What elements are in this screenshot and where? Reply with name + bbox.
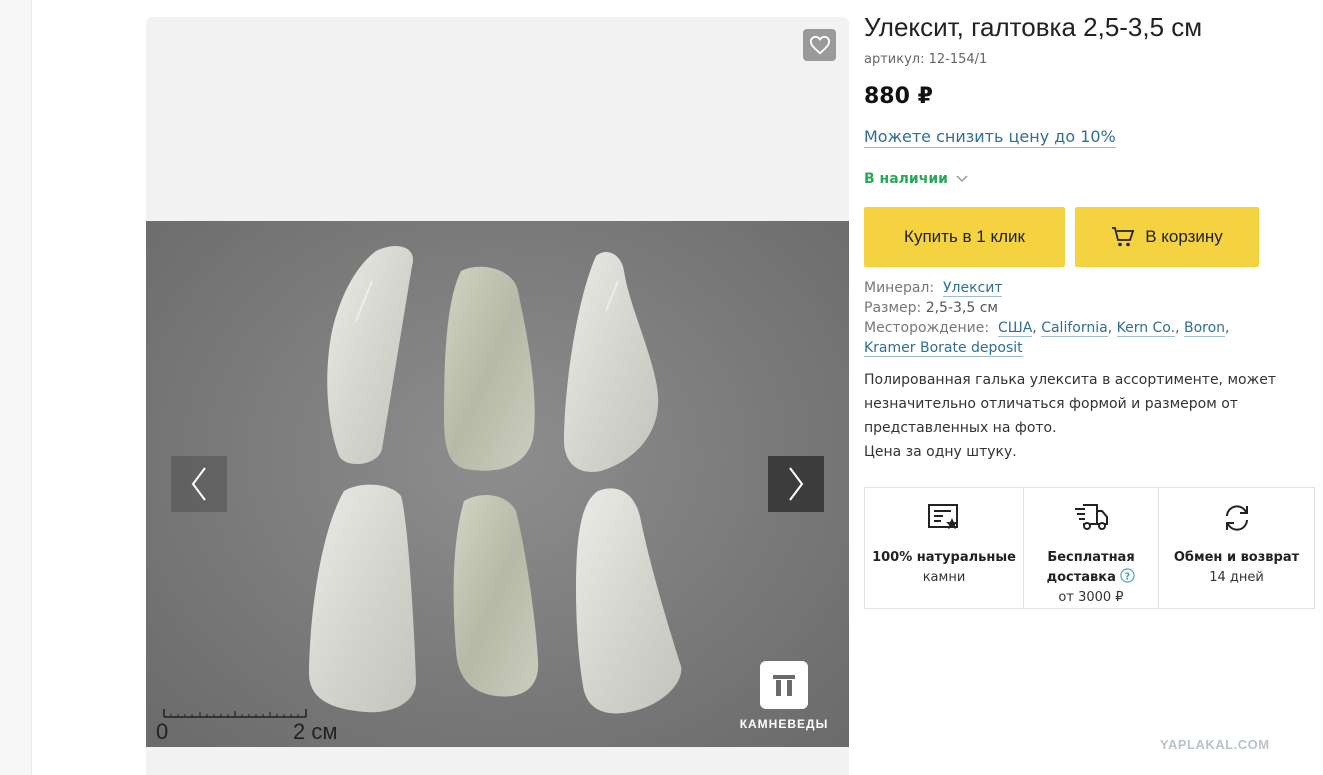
brand-name: КАМНЕВЕДЫ <box>739 717 829 731</box>
feature-delivery-subtitle: от 3000 ₽ <box>1058 590 1124 605</box>
add-to-cart-button[interactable]: В корзину <box>1075 207 1259 267</box>
product-price: 880 ₽ <box>864 84 933 109</box>
deposit-link-california[interactable]: California <box>1041 320 1108 337</box>
feature-exchange: Обмен и возврат 14 дней <box>1159 488 1314 608</box>
certificate-icon <box>928 504 958 530</box>
feature-delivery-title-line2: доставка ? <box>1047 568 1136 588</box>
stock-status[interactable]: В наличии <box>864 171 968 187</box>
deposit-link-kramer[interactable]: Kramer Borate deposit <box>864 340 1023 357</box>
ruler-label-two-cm: 2 см <box>293 719 338 744</box>
product-photo: 0 2 см КАМНЕВЕДЫ <box>146 221 849 747</box>
site-watermark: YAPLAKAL.COM <box>1160 737 1270 752</box>
features-panel: 100% натуральные камни Бесплатная достав… <box>864 487 1315 609</box>
stock-status-label: В наличии <box>864 171 948 187</box>
description-line: Полированная галька улексита в ассортиме… <box>864 372 1276 388</box>
feature-delivery-title: Бесплатная <box>1047 550 1135 565</box>
feature-delivery-title-2: доставка <box>1046 570 1116 585</box>
discount-link[interactable]: Можете снизить цену до 10% <box>864 127 1116 148</box>
buy-one-click-button[interactable]: Купить в 1 клик <box>864 207 1065 267</box>
help-icon[interactable]: ? <box>1120 568 1136 583</box>
cart-icon <box>1112 227 1135 247</box>
product-description: Полированная галька улексита в ассортиме… <box>864 368 1304 464</box>
refresh-icon <box>1225 505 1248 531</box>
property-deposit-label: Месторождение: <box>864 320 990 336</box>
gallery-next-button[interactable] <box>768 456 824 512</box>
product-sku: артикул: 12-154/1 <box>864 52 988 67</box>
gallery-prev-button[interactable] <box>171 456 227 512</box>
delivery-truck-icon <box>1075 504 1108 530</box>
property-deposit: Месторождение: США, California, Kern Co.… <box>864 320 1230 337</box>
chevron-right-icon <box>789 467 804 501</box>
brand-watermark: КАМНЕВЕДЫ <box>729 661 839 731</box>
feature-natural-subtitle: камни <box>922 570 966 585</box>
feature-delivery: Бесплатная доставка ? от 3000 ₽ <box>1024 488 1159 608</box>
favorite-button[interactable] <box>803 29 836 61</box>
heart-icon <box>809 35 830 55</box>
description-line: незначительно отличаться формой и размер… <box>864 396 1238 412</box>
description-line: представленных на фото. <box>864 420 1057 436</box>
deposit-link-kern[interactable]: Kern Co. <box>1116 320 1176 337</box>
deposit-link-usa[interactable]: США <box>997 320 1033 337</box>
property-mineral: Минерал: Улексит <box>864 278 1230 298</box>
description-line: Цена за одну штуку. <box>864 444 1017 460</box>
left-sidebar-strip <box>0 0 32 775</box>
feature-exchange-subtitle: 14 дней <box>1209 570 1264 585</box>
feature-exchange-title: Обмен и возврат <box>1173 550 1300 565</box>
mineral-link[interactable]: Улексит <box>942 280 1003 297</box>
feature-natural-title: 100% натуральные <box>872 550 1016 565</box>
chevron-left-icon <box>191 467 206 501</box>
product-title: Улексит, галтовка 2,5-3,5 см <box>864 12 1203 42</box>
property-mineral-label: Минерал: <box>864 280 935 296</box>
ruler-label-zero: 0 <box>156 719 169 744</box>
brand-logo-icon <box>773 675 795 696</box>
feature-natural: 100% натуральные камни <box>865 488 1024 608</box>
property-deposit-cont: Kramer Borate deposit <box>864 338 1230 358</box>
chevron-down-icon <box>956 175 968 183</box>
property-size-label: Размер: <box>864 300 922 316</box>
property-size: Размер: 2,5-3,5 см <box>864 298 1230 318</box>
svg-text:?: ? <box>1125 571 1130 582</box>
brand-logo <box>760 661 808 709</box>
property-size-value: 2,5-3,5 см <box>925 300 998 316</box>
add-to-cart-label: В корзину <box>1145 227 1223 246</box>
product-properties: Минерал: Улексит Размер: 2,5-3,5 см Мест… <box>864 278 1230 358</box>
product-gallery: 0 2 см КАМНЕВЕДЫ <box>146 17 849 775</box>
deposit-link-boron[interactable]: Boron <box>1183 320 1226 337</box>
